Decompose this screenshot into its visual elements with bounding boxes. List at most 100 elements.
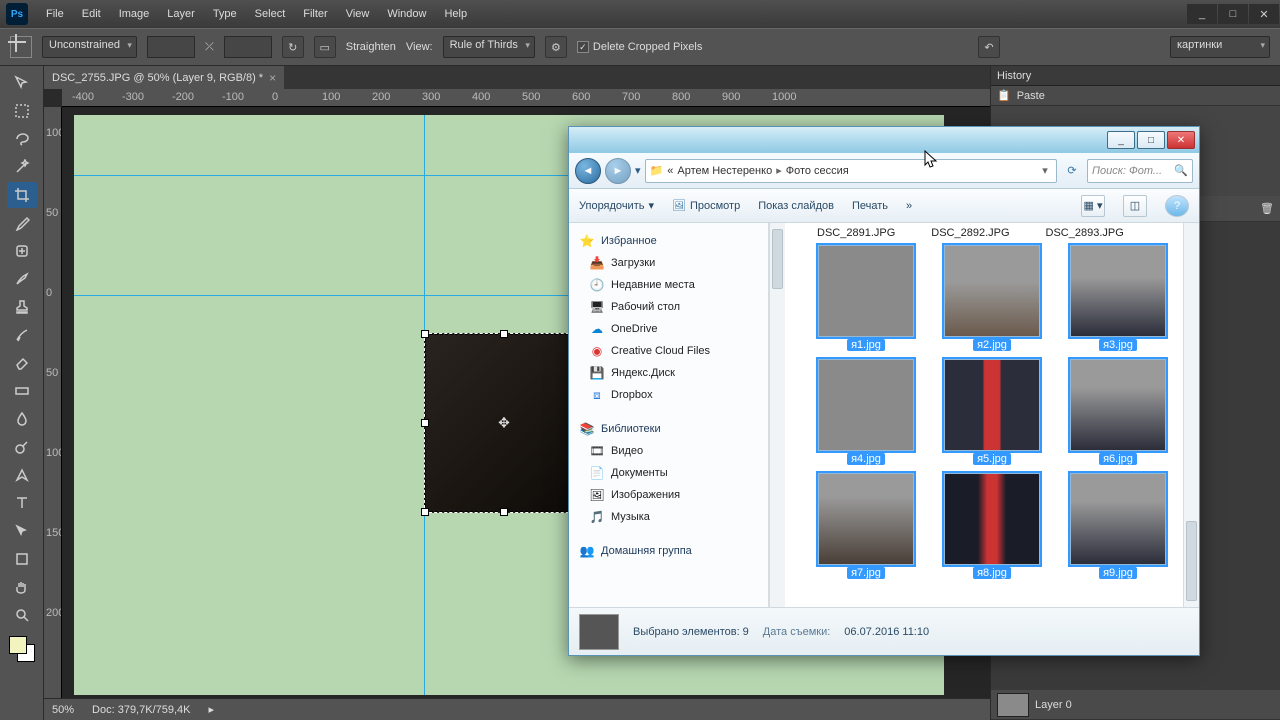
menu-select[interactable]: Select — [247, 4, 294, 24]
tree-item-dropbox[interactable]: ⧈Dropbox — [569, 383, 768, 405]
straighten-icon[interactable]: ▭ — [314, 36, 336, 58]
file-thumb[interactable]: я7.jpg — [807, 473, 925, 579]
tree-item-documents[interactable]: 📄Документы — [569, 461, 768, 483]
address-dropdown-icon[interactable]: ▾ — [1038, 164, 1052, 177]
crop-region[interactable] — [424, 333, 584, 513]
explorer-minimize-button[interactable]: _ — [1107, 131, 1135, 149]
tree-item-recent[interactable]: 🕘Недавние места — [569, 273, 768, 295]
crop-tool-icon[interactable] — [7, 182, 37, 208]
files-scrollbar[interactable] — [1183, 223, 1199, 607]
workspace-select[interactable]: картинки — [1170, 36, 1270, 58]
explorer-titlebar[interactable]: _ □ ✕ — [569, 127, 1199, 153]
crop-height-input[interactable] — [224, 36, 272, 58]
search-input[interactable]: Поиск: Фот... 🔍 — [1087, 159, 1193, 183]
minimize-button[interactable]: _ — [1187, 4, 1217, 24]
tree-homegroup[interactable]: 👥Домашняя группа — [569, 539, 768, 561]
nav-tree[interactable]: ⭐Избранное 📥Загрузки 🕘Недавние места 🖥Ра… — [569, 223, 769, 607]
file-thumb[interactable]: я3.jpg — [1059, 245, 1177, 351]
eraser-tool-icon[interactable] — [7, 350, 37, 376]
preview-button[interactable]: 🖼Просмотр — [672, 199, 740, 212]
menu-help[interactable]: Help — [436, 4, 475, 24]
chevron-right-icon[interactable]: ▸ — [776, 164, 782, 177]
close-tab-icon[interactable]: × — [269, 71, 276, 85]
history-brush-icon[interactable] — [7, 322, 37, 348]
menu-layer[interactable]: Layer — [159, 4, 203, 24]
marquee-tool-icon[interactable] — [7, 98, 37, 124]
slideshow-button[interactable]: Показ слайдов — [758, 200, 834, 212]
menu-image[interactable]: Image — [111, 4, 158, 24]
healing-tool-icon[interactable] — [7, 238, 37, 264]
menu-view[interactable]: View — [338, 4, 378, 24]
type-tool-icon[interactable] — [7, 490, 37, 516]
pen-tool-icon[interactable] — [7, 462, 37, 488]
brush-tool-icon[interactable] — [7, 266, 37, 292]
wand-tool-icon[interactable] — [7, 154, 37, 180]
menu-type[interactable]: Type — [205, 4, 245, 24]
more-button[interactable]: » — [906, 200, 912, 212]
forward-button[interactable]: ► — [605, 158, 631, 184]
overlay-select[interactable]: Rule of Thirds — [443, 36, 535, 58]
file-list[interactable]: DSC_2891.JPGDSC_2892.JPGDSC_2893.JPG я1.… — [785, 223, 1183, 607]
reset-icon[interactable]: ↶ — [978, 36, 1000, 58]
tree-item-pictures[interactable]: 🖼Изображения — [569, 483, 768, 505]
file-thumb[interactable]: я5.jpg — [933, 359, 1051, 465]
zoom-tool-icon[interactable] — [7, 602, 37, 628]
explorer-maximize-button[interactable]: □ — [1137, 131, 1165, 149]
ruler-vertical[interactable]: 10050050100150200 — [44, 107, 62, 698]
history-item[interactable]: 📋 Paste — [991, 86, 1280, 106]
color-swatches[interactable] — [7, 634, 37, 664]
breadcrumb-seg[interactable]: Артем Нестеренко — [677, 165, 772, 177]
organize-button[interactable]: Упорядочить▾ — [579, 199, 654, 212]
rotate-icon[interactable]: ↻ — [282, 36, 304, 58]
maximize-button[interactable]: □ — [1218, 4, 1248, 24]
refresh-button[interactable]: ⟳ — [1061, 160, 1083, 182]
back-button[interactable]: ◄ — [575, 158, 601, 184]
menu-window[interactable]: Window — [379, 4, 434, 24]
file-thumb[interactable]: я8.jpg — [933, 473, 1051, 579]
tree-item-creative-cloud[interactable]: ◉Creative Cloud Files — [569, 339, 768, 361]
document-tab[interactable]: DSC_2755.JPG @ 50% (Layer 9, RGB/8) * × — [44, 66, 284, 89]
stamp-tool-icon[interactable] — [7, 294, 37, 320]
crop-width-input[interactable] — [147, 36, 195, 58]
dodge-tool-icon[interactable] — [7, 434, 37, 460]
move-tool-icon[interactable] — [7, 70, 37, 96]
tree-item-yandex[interactable]: 💾Яндекс.Диск — [569, 361, 768, 383]
tree-item-videos[interactable]: 🎞Видео — [569, 439, 768, 461]
file-thumb[interactable]: я4.jpg — [807, 359, 925, 465]
path-select-icon[interactable] — [7, 518, 37, 544]
tree-item-desktop[interactable]: 🖥Рабочий стол — [569, 295, 768, 317]
shape-tool-icon[interactable] — [7, 546, 37, 572]
tree-item-downloads[interactable]: 📥Загрузки — [569, 251, 768, 273]
hand-tool-icon[interactable] — [7, 574, 37, 600]
file-thumb[interactable]: я2.jpg — [933, 245, 1051, 351]
status-arrow-icon[interactable]: ▸ — [209, 703, 215, 716]
trash-icon[interactable]: 🗑 — [1260, 202, 1274, 215]
gradient-tool-icon[interactable] — [7, 378, 37, 404]
history-panel-tab[interactable]: History — [991, 66, 1280, 86]
aspect-ratio-select[interactable]: Unconstrained — [42, 36, 137, 58]
print-button[interactable]: Печать — [852, 200, 888, 212]
breadcrumb-seg[interactable]: Фото сессия — [786, 165, 849, 177]
explorer-close-button[interactable]: ✕ — [1167, 131, 1195, 149]
swap-icon[interactable]: ⤫ — [205, 41, 214, 54]
tree-item-music[interactable]: 🎵Музыка — [569, 505, 768, 527]
delete-cropped-checkbox[interactable]: ✓Delete Cropped Pixels — [577, 41, 702, 53]
menu-filter[interactable]: Filter — [295, 4, 335, 24]
menu-edit[interactable]: Edit — [74, 4, 109, 24]
file-thumb[interactable]: я9.jpg — [1059, 473, 1177, 579]
zoom-level[interactable]: 50% — [52, 704, 74, 716]
eyedropper-tool-icon[interactable] — [7, 210, 37, 236]
help-button[interactable]: ? — [1165, 195, 1189, 217]
straighten-label[interactable]: Straighten — [346, 41, 396, 53]
close-button[interactable]: ✕ — [1249, 4, 1279, 24]
explorer-window[interactable]: _ □ ✕ ◄ ► ▾ 📁 « Артем Нестеренко ▸ Фото … — [568, 126, 1200, 656]
tree-scrollbar[interactable] — [769, 223, 785, 607]
gear-icon[interactable]: ⚙ — [545, 36, 567, 58]
tree-libraries[interactable]: 📚Библиотеки — [569, 417, 768, 439]
blur-tool-icon[interactable] — [7, 406, 37, 432]
layer-row[interactable]: Layer 0 — [991, 690, 1280, 720]
lasso-tool-icon[interactable] — [7, 126, 37, 152]
menu-file[interactable]: File — [38, 4, 72, 24]
tree-favorites[interactable]: ⭐Избранное — [569, 229, 768, 251]
preview-pane-button[interactable]: ◫ — [1123, 195, 1147, 217]
